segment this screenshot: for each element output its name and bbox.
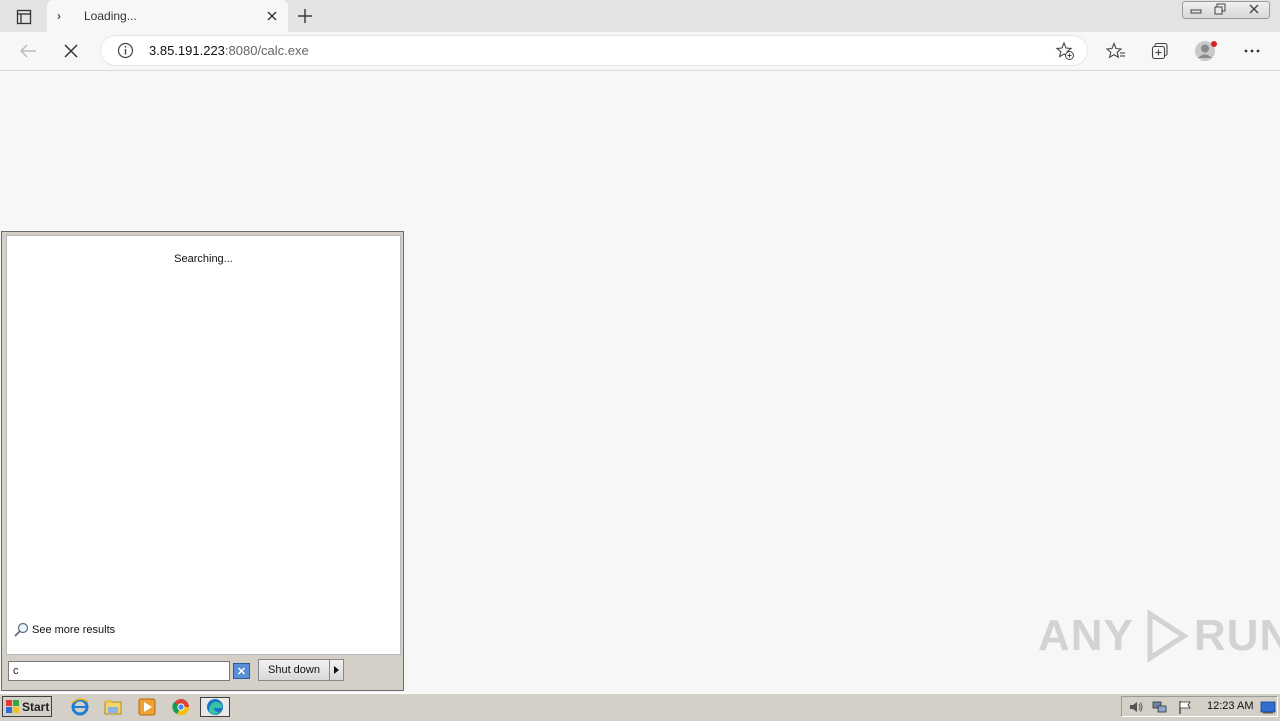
- search-results-pane: Searching... See more results: [6, 235, 401, 655]
- network-icon[interactable]: [1152, 700, 1168, 714]
- back-arrow-icon: [19, 44, 36, 58]
- favorites-button[interactable]: [1102, 37, 1130, 65]
- site-info-icon[interactable]: [117, 42, 134, 62]
- address-bar[interactable]: 3.85.191.223:8080/calc.exe: [100, 35, 1088, 66]
- action-center-flag-icon[interactable]: [1177, 700, 1193, 714]
- chevron-right-icon: [334, 666, 339, 674]
- url-path: :8080/calc.exe: [224, 43, 309, 58]
- restore-icon: [1214, 3, 1226, 15]
- loading-spinner-icon: ›: [57, 9, 61, 23]
- url-host: 3.85.191.223: [149, 43, 225, 58]
- minimize-button[interactable]: [1184, 0, 1208, 18]
- watermark-text-right: RUN: [1193, 611, 1280, 660]
- clear-x-icon: ✕: [236, 665, 247, 678]
- close-icon: [1249, 4, 1259, 14]
- start-menu-bottom-bar: c ✕ Shut down: [6, 657, 401, 689]
- settings-more-button[interactable]: [1238, 37, 1266, 65]
- see-more-results-link[interactable]: See more results: [13, 622, 115, 638]
- browser-toolbar: 3.85.191.223:8080/calc.exe: [0, 32, 1280, 71]
- url-text: 3.85.191.223:8080/calc.exe: [149, 43, 309, 58]
- start-button[interactable]: Start: [2, 696, 52, 717]
- favorites-icon: [1106, 42, 1125, 59]
- tab-bar: › Loading...: [0, 0, 1280, 32]
- tab-actions-icon: [16, 9, 32, 25]
- restore-button[interactable]: [1208, 0, 1232, 18]
- close-window-button[interactable]: [1242, 0, 1266, 18]
- file-explorer-taskbar-icon[interactable]: [102, 697, 124, 717]
- tab-title: Loading...: [84, 9, 137, 23]
- start-menu: Searching... See more results c ✕ Shut d…: [1, 231, 404, 691]
- shut-down-options-button[interactable]: [330, 659, 344, 681]
- add-favorite-button[interactable]: [1055, 41, 1075, 64]
- close-icon: [267, 11, 277, 21]
- new-tab-button[interactable]: [294, 5, 316, 27]
- close-icon: [64, 44, 78, 58]
- show-desktop-icon[interactable]: [1260, 700, 1276, 714]
- anyrun-watermark: ANY RUN: [1038, 608, 1280, 664]
- plus-icon: [298, 9, 312, 23]
- shut-down-button[interactable]: Shut down: [258, 659, 330, 681]
- more-dots-icon: [1244, 49, 1260, 53]
- star-add-icon: [1055, 41, 1074, 60]
- collections-icon: [1151, 42, 1168, 60]
- system-tray: 12:23 AM: [1121, 696, 1278, 717]
- clock[interactable]: 12:23 AM: [1207, 700, 1253, 712]
- start-label: Start: [22, 699, 50, 714]
- browser-tab[interactable]: › Loading...: [47, 0, 288, 32]
- edge-taskbar-icon[interactable]: [200, 697, 230, 717]
- watermark-play-icon: [1147, 609, 1189, 663]
- avatar-icon: [1195, 41, 1217, 61]
- volume-icon[interactable]: [1128, 700, 1144, 714]
- back-button[interactable]: [14, 37, 42, 65]
- chrome-taskbar-icon[interactable]: [170, 697, 192, 717]
- tab-close-button[interactable]: [264, 8, 280, 24]
- search-icon: [14, 622, 29, 637]
- search-status: Searching...: [174, 253, 233, 265]
- start-search-input[interactable]: c: [8, 661, 230, 681]
- see-more-results-label: See more results: [32, 624, 116, 636]
- stop-loading-button[interactable]: [57, 37, 85, 65]
- collections-button[interactable]: [1146, 37, 1174, 65]
- minimize-icon: [1190, 9, 1202, 14]
- clear-search-button[interactable]: ✕: [233, 663, 250, 679]
- internet-explorer-taskbar-icon[interactable]: [69, 697, 91, 717]
- profile-button[interactable]: [1192, 37, 1220, 65]
- windows-logo-icon: [6, 699, 19, 713]
- taskbar: Start 12:23 AM: [0, 693, 1280, 721]
- tab-actions-menu-button[interactable]: [10, 6, 38, 28]
- watermark-text-left: ANY: [1038, 611, 1134, 660]
- media-player-taskbar-icon[interactable]: [136, 697, 158, 717]
